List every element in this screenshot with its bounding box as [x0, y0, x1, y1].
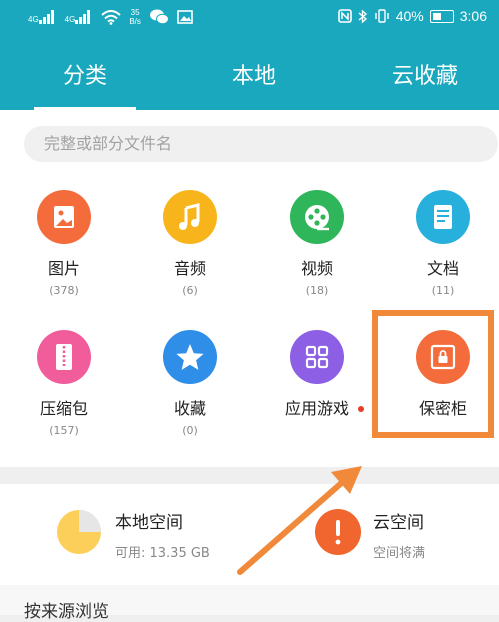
storage-section: 本地空间 可用: 13.35 GB 云空间 空间将满	[0, 484, 499, 585]
local-storage-pie-icon	[57, 510, 101, 554]
signal-bars-1-icon	[38, 10, 57, 24]
tab-categories[interactable]: 分类	[34, 52, 136, 110]
category-video-circle	[290, 190, 344, 244]
nfc-icon	[337, 9, 352, 23]
category-audio-label: 音频	[173, 259, 206, 278]
zip-archive-icon	[56, 344, 72, 370]
category-documents-count: (11)	[431, 284, 455, 297]
highlight-box	[372, 310, 494, 438]
app-header: 4G 4G 35 B/s 40% 3:06 分类 本地 云收藏	[0, 0, 499, 110]
vibrate-icon	[375, 9, 389, 23]
signal-2: 4G	[65, 10, 94, 24]
clock: 3:06	[459, 8, 487, 24]
category-documents-circle	[416, 190, 470, 244]
gallery-notification-icon	[177, 10, 193, 24]
warning-icon	[315, 509, 361, 555]
category-video[interactable]: 视频 (18)	[262, 190, 372, 297]
category-video-label: 视频	[300, 259, 333, 278]
category-apps-games[interactable]: 应用游戏	[262, 330, 372, 424]
category-archives[interactable]: 压缩包 (157)	[9, 330, 119, 437]
category-favorites-count: (0)	[182, 424, 198, 437]
category-favorites-circle	[163, 330, 217, 384]
category-audio-circle	[163, 190, 217, 244]
battery-percent: 40%	[395, 8, 424, 24]
tab-bar: 分类 本地 云收藏	[0, 52, 499, 110]
status-bar: 4G 4G 35 B/s 40% 3:06	[28, 8, 487, 32]
category-archives-label: 压缩包	[39, 399, 88, 418]
film-reel-icon	[305, 205, 329, 231]
browse-by-source-bar[interactable]: 按来源浏览	[0, 585, 499, 622]
star-icon	[176, 344, 204, 370]
category-archives-circle	[37, 330, 91, 384]
category-apps-games-label: 应用游戏	[284, 399, 349, 418]
category-audio[interactable]: 音频 (6)	[135, 190, 245, 297]
signal-bars-2-icon	[75, 10, 93, 24]
image-icon	[54, 206, 74, 228]
wechat-icon	[149, 9, 169, 25]
search-input[interactable]: 完整或部分文件名	[24, 126, 498, 162]
local-storage[interactable]: 本地空间 可用: 13.35 GB	[55, 504, 245, 566]
wifi-icon	[101, 9, 122, 25]
net-speed: 35 B/s	[129, 8, 141, 26]
new-badge-dot	[358, 406, 364, 412]
signal-2-label: 4G	[64, 15, 76, 24]
tab-local[interactable]: 本地	[206, 52, 302, 110]
battery-icon	[429, 9, 454, 23]
signal-1-label: 4G	[28, 15, 39, 24]
cloud-storage[interactable]: 云空间 空间将满	[315, 504, 490, 566]
document-icon	[434, 205, 452, 229]
bluetooth-icon	[358, 8, 367, 24]
browse-by-source-label: 按来源浏览	[24, 602, 109, 622]
category-images-circle	[37, 190, 91, 244]
category-audio-count: (6)	[182, 284, 198, 297]
tab-cloud-favorites[interactable]: 云收藏	[370, 52, 480, 110]
local-storage-detail: 可用: 13.35 GB	[115, 546, 210, 561]
category-favorites-label: 收藏	[173, 399, 206, 418]
category-archives-count: (157)	[49, 424, 79, 437]
category-images-label: 图片	[47, 259, 80, 278]
music-note-icon	[179, 203, 200, 230]
net-speed-value: 35	[130, 8, 140, 17]
cloud-storage-title: 云空间	[373, 513, 424, 533]
signal-1: 4G	[28, 10, 57, 24]
category-images-count: (378)	[49, 284, 79, 297]
category-apps-games-circle	[290, 330, 344, 384]
category-favorites[interactable]: 收藏 (0)	[135, 330, 245, 437]
category-documents-label: 文档	[426, 259, 459, 278]
grid-apps-icon	[305, 345, 329, 369]
local-storage-title: 本地空间	[115, 513, 183, 533]
category-documents[interactable]: 文档 (11)	[388, 190, 498, 297]
net-speed-unit: B/s	[129, 17, 141, 26]
category-video-count: (18)	[305, 284, 329, 297]
category-images[interactable]: 图片 (378)	[9, 190, 119, 297]
cloud-storage-detail: 空间将满	[373, 546, 426, 561]
